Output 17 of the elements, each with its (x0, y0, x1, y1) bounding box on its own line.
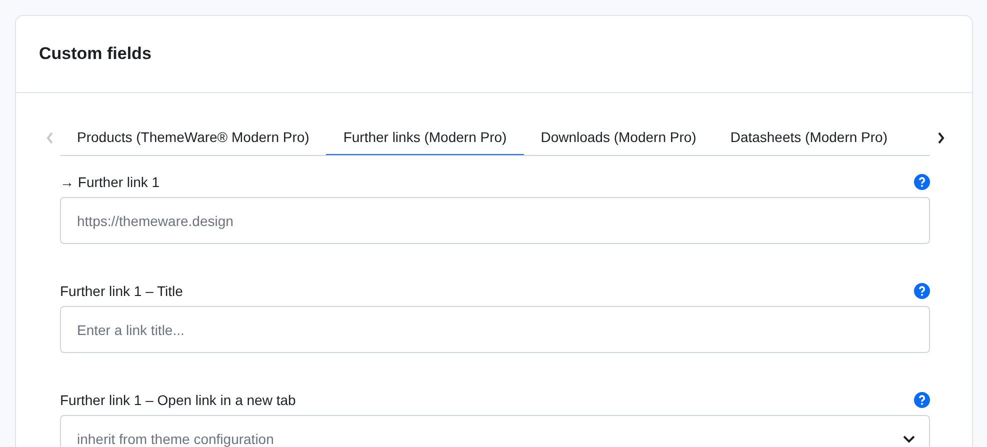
select-field[interactable]: inherit from theme configuration (60, 415, 930, 447)
help-icon[interactable] (914, 174, 930, 190)
tab[interactable]: Downloads (Modern Pro) (524, 120, 714, 155)
field-label: → Further link 1 (60, 174, 160, 190)
card-title: Custom fields (39, 44, 152, 64)
field-label: Further link 1 – Open link in a new tab (60, 392, 296, 408)
input-field[interactable]: Enter a link title... (60, 306, 930, 353)
tab[interactable]: Datasheets (Modern Pro) (713, 120, 905, 155)
chevron-right-icon (936, 132, 944, 144)
tab[interactable]: Products (ThemeWare® Modern Pro) (60, 120, 326, 155)
chevron-down-icon (903, 434, 915, 442)
input-field[interactable]: https://themeware.design (60, 197, 930, 244)
help-icon[interactable] (914, 283, 930, 299)
tab[interactable]: Further links (Modern Pro) (326, 120, 524, 155)
help-icon[interactable] (914, 392, 930, 408)
chevron-left-icon (46, 132, 54, 144)
field-label: Further link 1 – Title (60, 283, 183, 299)
